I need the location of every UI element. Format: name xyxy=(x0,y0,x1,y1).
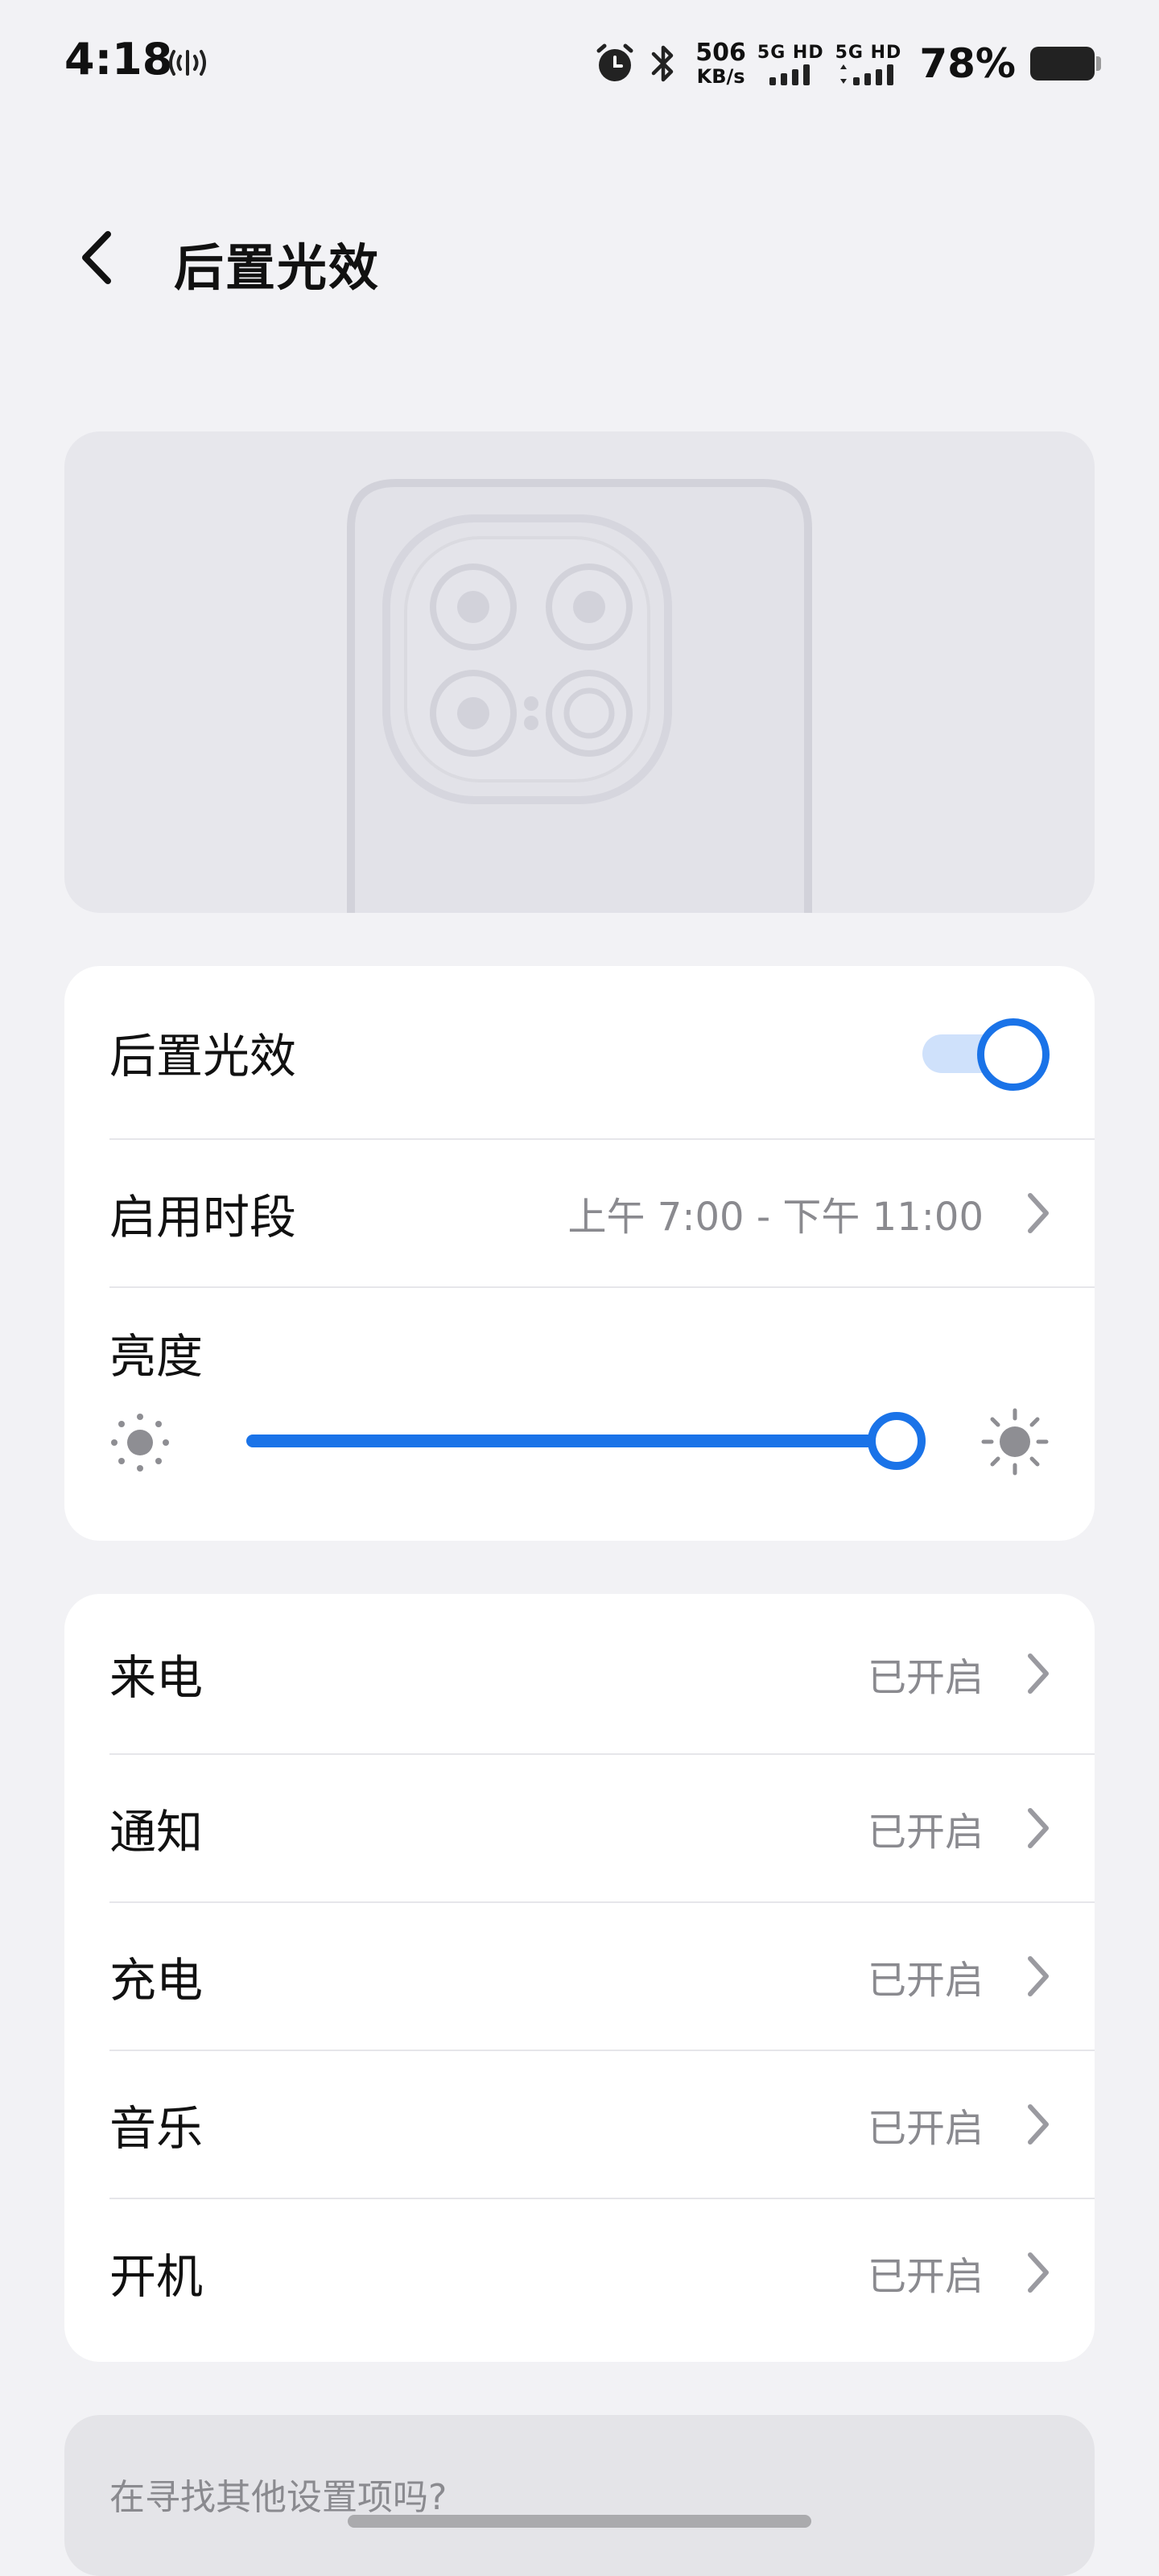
slider-track[interactable] xyxy=(246,1435,897,1447)
battery-percent: 78% xyxy=(919,40,1016,87)
rear-light-toggle[interactable] xyxy=(922,1018,1050,1091)
chevron-left-icon xyxy=(82,231,111,284)
effect-row-incoming-call[interactable]: 来电 已开启 xyxy=(109,1594,1095,1753)
toggle-knob xyxy=(977,1018,1050,1091)
sim2-signal: 5G HD xyxy=(835,43,902,85)
effect-row-notification[interactable]: 通知 已开启 xyxy=(109,1755,1095,1901)
effect-label: 充电 xyxy=(109,1953,204,2008)
sim1-label: 5G HD xyxy=(757,42,824,63)
brightness-high-icon xyxy=(981,1408,1049,1476)
effect-label: 来电 xyxy=(109,1650,204,1705)
effect-label: 音乐 xyxy=(109,2101,204,2156)
effect-status: 已开启 xyxy=(867,2106,984,2151)
effect-row-power-on[interactable]: 开机 已开启 xyxy=(109,2199,1095,2346)
effect-label: 开机 xyxy=(109,2249,204,2304)
rear-light-toggle-row[interactable]: 后置光效 xyxy=(109,966,1095,1138)
status-bar: 4:18 506 KB/s 5G HD 5G HD 78% xyxy=(0,0,1159,129)
sim2-label: 5G HD xyxy=(835,42,902,63)
rear-light-toggle-label: 后置光效 xyxy=(109,1029,297,1084)
effect-label: 通知 xyxy=(109,1805,204,1860)
brightness-slider[interactable] xyxy=(109,1401,1050,1481)
brightness-low-icon xyxy=(111,1414,169,1472)
rear-light-settings-card: 后置光效 启用时段 上午 7:00 - 下午 11:00 亮度 xyxy=(64,966,1095,1541)
phone-preview-card xyxy=(64,431,1095,913)
network-speed: 506 KB/s xyxy=(695,39,746,88)
search-settings-card[interactable]: 在寻找其他设置项吗? xyxy=(64,2415,1095,2576)
effect-status: 已开启 xyxy=(867,1655,984,1700)
signal-bars-data-icon xyxy=(839,64,893,85)
status-right-group: 506 KB/s 5G HD 5G HD 78% xyxy=(594,37,1101,90)
effect-status: 已开启 xyxy=(867,2254,984,2299)
sim1-signal: 5G HD xyxy=(757,43,824,85)
brightness-header-row: 亮度 xyxy=(109,1304,1095,1401)
home-indicator[interactable] xyxy=(348,2515,811,2528)
schedule-label: 启用时段 xyxy=(109,1190,297,1245)
chevron-right-icon xyxy=(1028,2252,1049,2293)
chevron-right-icon xyxy=(1028,2104,1049,2145)
battery-icon xyxy=(1030,47,1101,80)
schedule-value: 上午 7:00 - 下午 11:00 xyxy=(567,1195,984,1240)
chevron-right-icon xyxy=(1028,1193,1049,1233)
status-time: 4:18 xyxy=(64,34,173,85)
slider-thumb[interactable] xyxy=(868,1412,926,1470)
signal-bars-icon xyxy=(769,64,810,85)
effect-status: 已开启 xyxy=(867,1958,984,2003)
effect-row-music[interactable]: 音乐 已开启 xyxy=(109,2051,1095,2198)
back-button[interactable] xyxy=(64,225,129,290)
phone-back-illustration xyxy=(347,479,812,913)
chevron-right-icon xyxy=(1028,1808,1049,1848)
schedule-row[interactable]: 启用时段 上午 7:00 - 下午 11:00 xyxy=(109,1140,1095,1286)
chevron-right-icon xyxy=(1028,1956,1049,1996)
network-speed-value: 506 xyxy=(695,39,746,67)
page-header: 后置光效 xyxy=(0,193,1159,322)
divider xyxy=(109,1286,1095,1288)
search-settings-hint: 在寻找其他设置项吗? xyxy=(109,2477,448,2518)
alarm-icon xyxy=(596,43,633,81)
effect-status: 已开启 xyxy=(867,1810,984,1855)
hotspot-icon xyxy=(169,50,206,76)
brightness-label: 亮度 xyxy=(109,1329,204,1384)
chevron-right-icon xyxy=(1028,1653,1049,1694)
network-speed-unit: KB/s xyxy=(696,65,745,88)
light-effects-card: 来电 已开启 通知 已开启 充电 已开启 音乐 已开启 开机 已开启 xyxy=(64,1594,1095,2362)
page-title: 后置光效 xyxy=(174,238,381,297)
effect-row-charging[interactable]: 充电 已开启 xyxy=(109,1903,1095,2050)
bluetooth-icon xyxy=(652,45,674,82)
